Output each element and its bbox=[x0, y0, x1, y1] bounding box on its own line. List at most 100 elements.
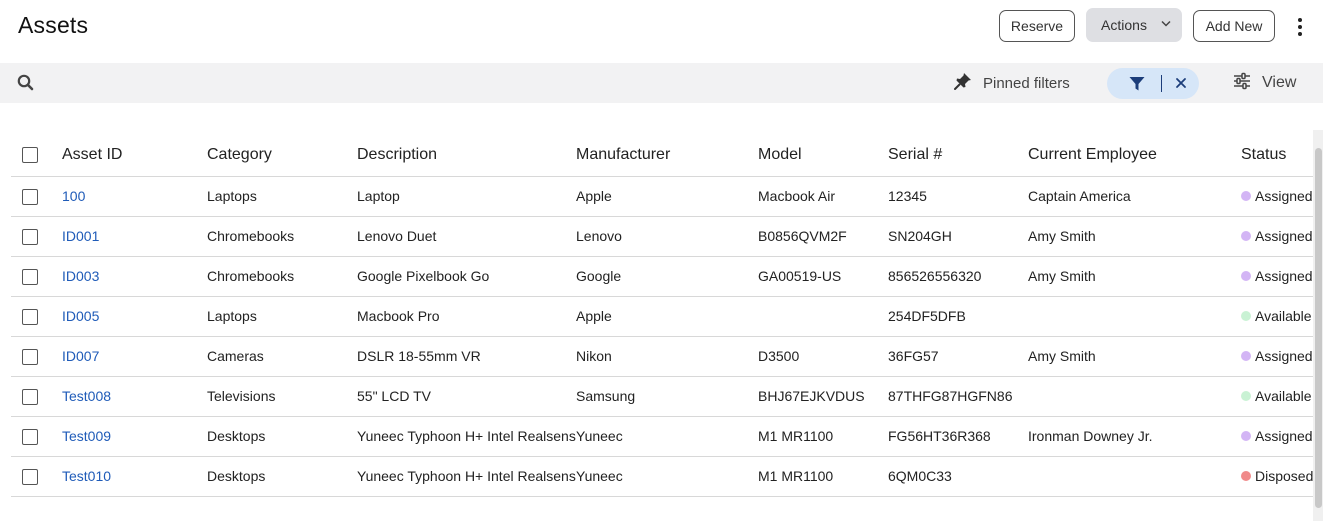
asset-id-link[interactable]: ID001 bbox=[62, 228, 99, 244]
category-cell: Laptops bbox=[207, 296, 357, 337]
status-cell: Disposed bbox=[1241, 456, 1315, 497]
row-checkbox[interactable] bbox=[22, 468, 38, 485]
asset-id-link[interactable]: Test010 bbox=[62, 468, 111, 484]
status-label: Assigned t bbox=[1255, 348, 1315, 364]
clear-filter-icon[interactable] bbox=[1173, 74, 1189, 92]
status-dot-icon bbox=[1241, 311, 1251, 321]
category-cell: Televisions bbox=[207, 376, 357, 417]
select-all-cell bbox=[11, 135, 62, 177]
status-label: Available bbox=[1255, 308, 1312, 324]
asset-id-link[interactable]: ID005 bbox=[62, 308, 99, 324]
actions-label: Actions bbox=[1101, 17, 1147, 33]
model-cell: D3500 bbox=[758, 336, 888, 377]
table-header-row: Asset ID Category Description Manufactur… bbox=[11, 135, 1315, 177]
column-header-description[interactable]: Description bbox=[357, 135, 576, 177]
row-checkbox[interactable] bbox=[22, 348, 38, 365]
status-cell: Assigned t bbox=[1241, 216, 1315, 257]
row-checkbox[interactable] bbox=[22, 268, 38, 285]
status-badge: Assigned t bbox=[1241, 188, 1315, 204]
model-cell: GA00519-US bbox=[758, 256, 888, 297]
status-label: Assigned t bbox=[1255, 268, 1315, 284]
status-dot-icon bbox=[1241, 391, 1251, 401]
category-cell: Desktops bbox=[207, 456, 357, 497]
filter-toolbar: Pinned filters View bbox=[0, 63, 1323, 103]
status-badge: Available bbox=[1241, 308, 1312, 324]
table-row[interactable]: ID003 Chromebooks Google Pixelbook Go Googl… bbox=[11, 256, 1315, 297]
description-cell: DSLR 18-55mm VR bbox=[357, 336, 576, 377]
model-cell: BHJ67EJKVDUS bbox=[758, 376, 888, 417]
asset-id-cell: Test009 bbox=[62, 416, 207, 457]
row-checkbox[interactable] bbox=[22, 228, 38, 245]
row-checkbox[interactable] bbox=[22, 388, 38, 405]
column-header-model[interactable]: Model bbox=[758, 135, 888, 177]
row-checkbox[interactable] bbox=[22, 428, 38, 445]
asset-id-cell: ID007 bbox=[62, 336, 207, 377]
serial-cell: 254DF5DFB bbox=[888, 296, 1028, 337]
table-row[interactable]: 100 Laptops Laptop Apple Macbook Air 12345 Cap… bbox=[11, 176, 1315, 217]
search-icon[interactable] bbox=[16, 73, 36, 93]
page-title: Assets bbox=[18, 12, 89, 38]
status-badge: Assigned t bbox=[1241, 348, 1315, 364]
row-checkbox[interactable] bbox=[22, 308, 38, 325]
status-dot-icon bbox=[1241, 191, 1251, 201]
employee-cell bbox=[1028, 296, 1241, 337]
category-cell: Chromebooks bbox=[207, 256, 357, 297]
manufacturer-cell: Yuneec bbox=[576, 456, 758, 497]
status-label: Assigned t bbox=[1255, 188, 1315, 204]
filter-icon[interactable] bbox=[1128, 75, 1146, 93]
serial-cell: FG56HT36R368 bbox=[888, 416, 1028, 457]
asset-id-link[interactable]: 100 bbox=[62, 188, 85, 204]
view-button[interactable]: View bbox=[1232, 71, 1296, 95]
status-dot-icon bbox=[1241, 231, 1251, 241]
status-cell: Available bbox=[1241, 296, 1315, 337]
asset-id-link[interactable]: ID007 bbox=[62, 348, 99, 364]
asset-id-link[interactable]: ID003 bbox=[62, 268, 99, 284]
table-row[interactable]: Test010 Desktops Yuneec Typhoon H+ Intel R… bbox=[11, 456, 1315, 497]
manufacturer-cell: Google bbox=[576, 256, 758, 297]
add-new-button[interactable]: Add New bbox=[1193, 10, 1275, 42]
column-header-status[interactable]: Status bbox=[1241, 135, 1315, 177]
column-header-category[interactable]: Category bbox=[207, 135, 357, 177]
column-header-asset-id[interactable]: Asset ID bbox=[62, 135, 207, 177]
reserve-button[interactable]: Reserve bbox=[999, 10, 1075, 42]
table-row[interactable]: ID001 Chromebooks Lenovo Duet Lenovo B0856QV… bbox=[11, 216, 1315, 257]
serial-cell: 36FG57 bbox=[888, 336, 1028, 377]
table-row[interactable]: ID005 Laptops Macbook Pro Apple 254DF5DFB Ava… bbox=[11, 296, 1315, 337]
status-badge: Available bbox=[1241, 388, 1312, 404]
status-cell: Assigned t bbox=[1241, 336, 1315, 377]
column-header-manufacturer[interactable]: Manufacturer bbox=[576, 135, 758, 177]
column-header-serial[interactable]: Serial # bbox=[888, 135, 1028, 177]
asset-id-cell: ID001 bbox=[62, 216, 207, 257]
page-header: Assets Reserve Actions Add New bbox=[0, 0, 1323, 62]
more-options-icon[interactable] bbox=[1288, 14, 1312, 40]
vertical-scrollbar[interactable] bbox=[1313, 130, 1323, 521]
serial-cell: 12345 bbox=[888, 176, 1028, 217]
status-badge: Assigned t bbox=[1241, 268, 1315, 284]
serial-cell: 856526556320 bbox=[888, 256, 1028, 297]
row-select-cell bbox=[11, 456, 62, 497]
select-all-checkbox[interactable] bbox=[22, 147, 38, 164]
category-cell: Chromebooks bbox=[207, 216, 357, 257]
description-cell: Yuneec Typhoon H+ Intel Realsens bbox=[357, 456, 576, 497]
manufacturer-cell: Yuneec bbox=[576, 416, 758, 457]
row-select-cell bbox=[11, 416, 62, 457]
category-cell: Desktops bbox=[207, 416, 357, 457]
employee-cell: Amy Smith bbox=[1028, 256, 1241, 297]
status-label: Available bbox=[1255, 388, 1312, 404]
description-cell: Macbook Pro bbox=[357, 296, 576, 337]
asset-id-link[interactable]: Test008 bbox=[62, 388, 111, 404]
status-cell: Assigned t bbox=[1241, 256, 1315, 297]
row-checkbox[interactable] bbox=[22, 188, 38, 205]
asset-id-link[interactable]: Test009 bbox=[62, 428, 111, 444]
pinned-filters-button[interactable]: Pinned filters bbox=[953, 71, 1070, 95]
table-row[interactable]: Test008 Televisions 55" LCD TV Samsung BHJ67… bbox=[11, 376, 1315, 417]
scrollbar-thumb[interactable] bbox=[1315, 148, 1322, 508]
actions-dropdown-button[interactable]: Actions bbox=[1086, 8, 1182, 42]
table-row[interactable]: Test009 Desktops Yuneec Typhoon H+ Intel R… bbox=[11, 416, 1315, 457]
status-badge: Assigned t bbox=[1241, 428, 1315, 444]
table-row[interactable]: ID007 Cameras DSLR 18-55mm VR Nikon D3500 36F… bbox=[11, 336, 1315, 377]
sliders-icon bbox=[1232, 72, 1252, 95]
asset-id-cell: ID003 bbox=[62, 256, 207, 297]
manufacturer-cell: Samsung bbox=[576, 376, 758, 417]
column-header-current-employee[interactable]: Current Employee bbox=[1028, 135, 1241, 177]
